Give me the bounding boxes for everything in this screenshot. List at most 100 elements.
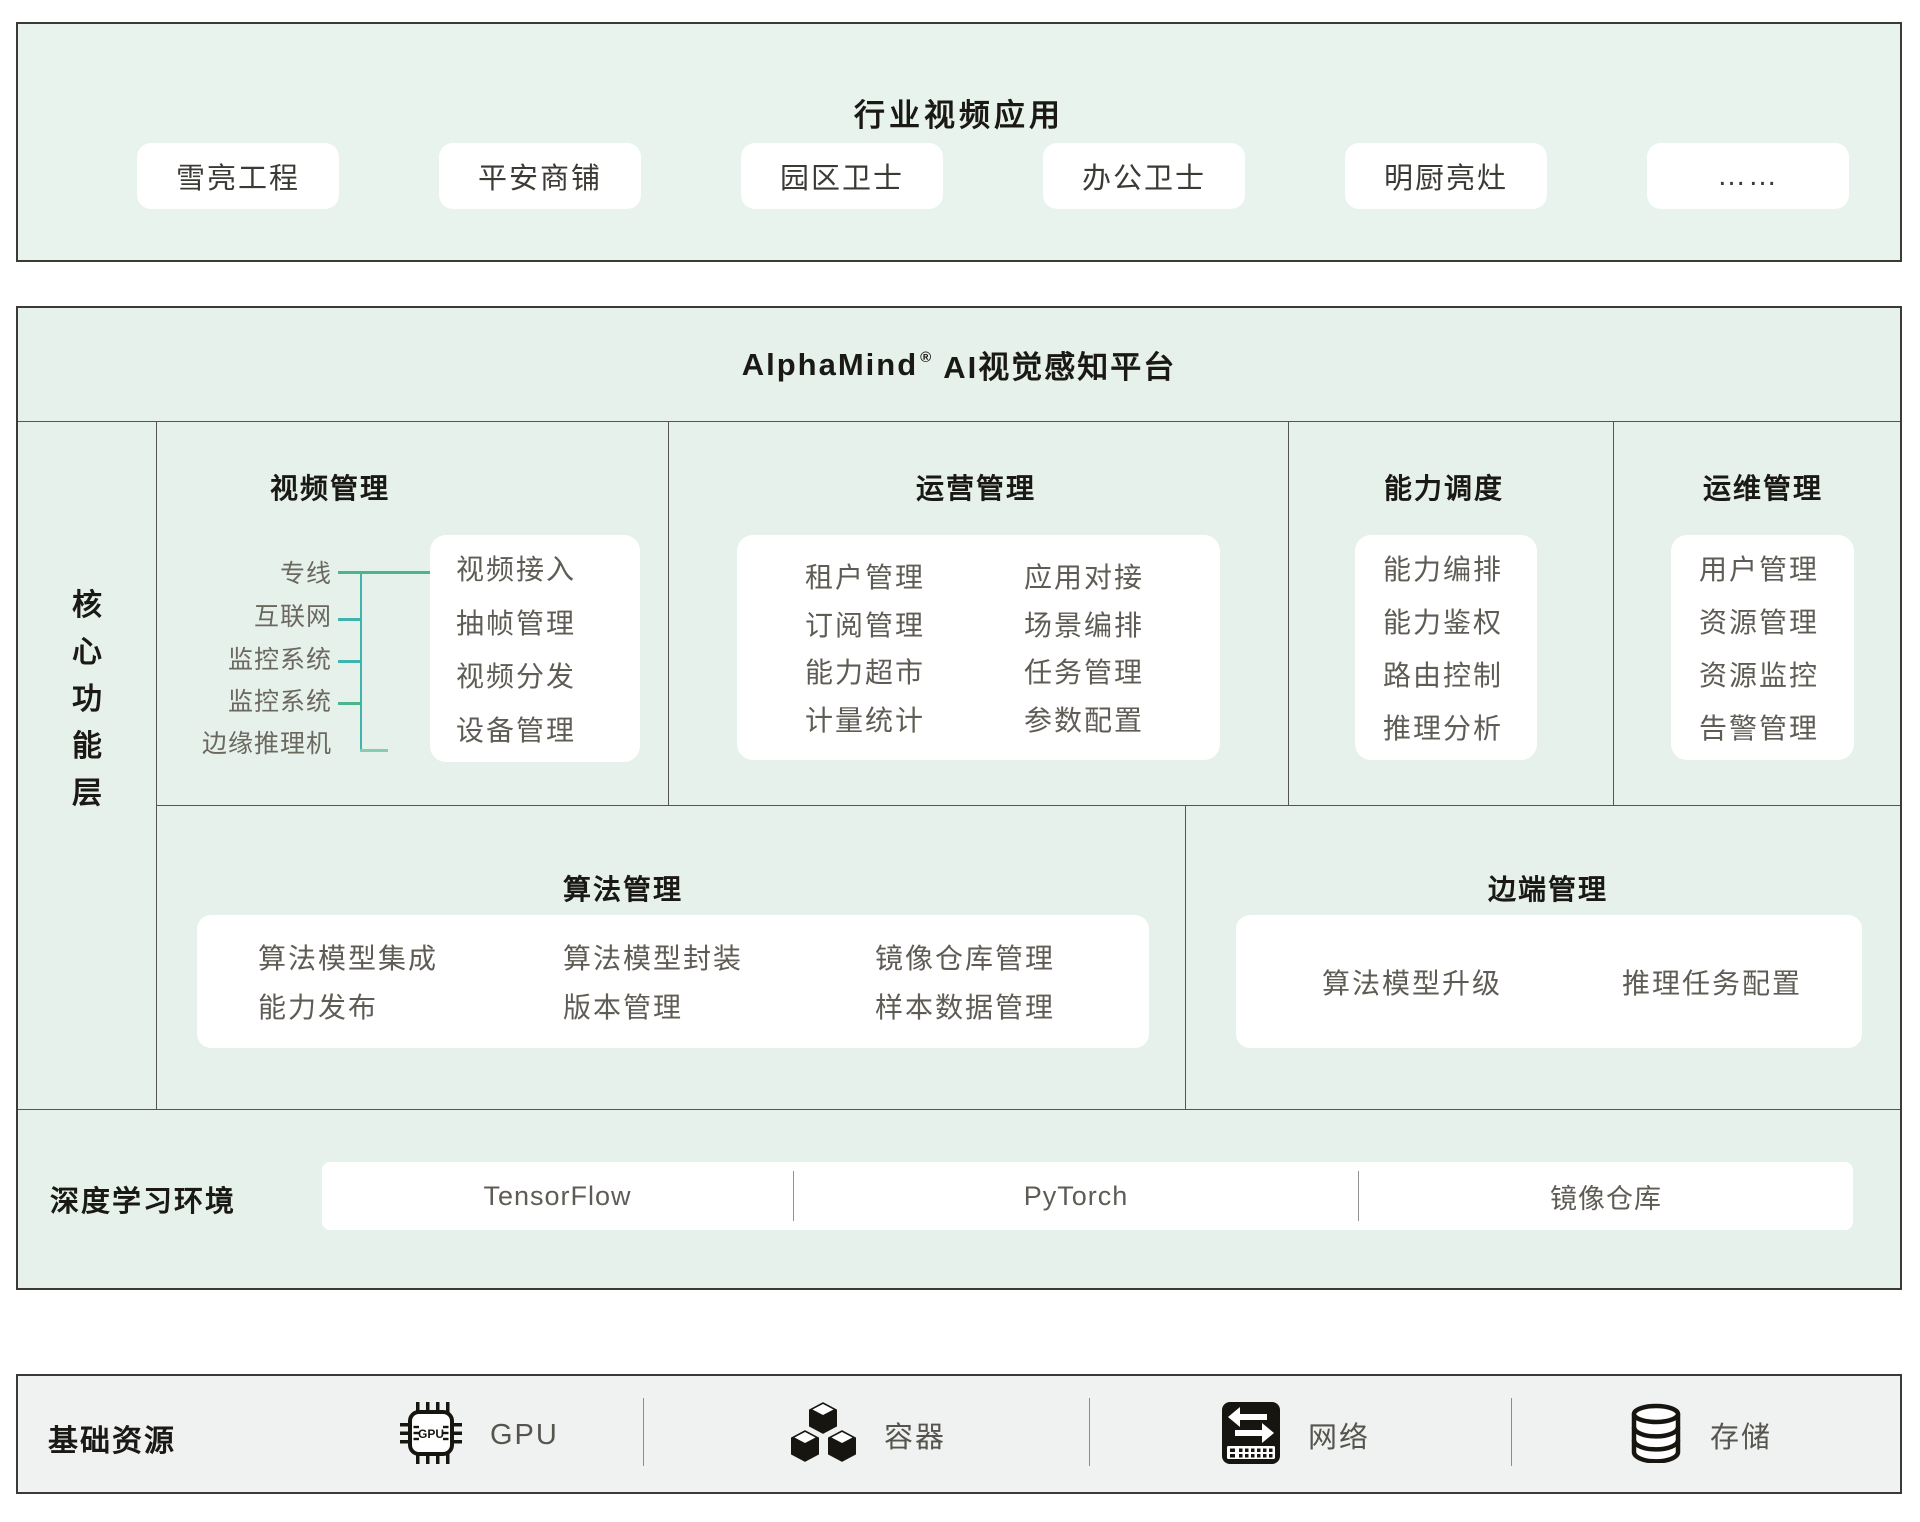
- connector-line-jiankong-2: [338, 702, 362, 705]
- container-cubes-icon: [790, 1401, 858, 1470]
- om-mgmt-item: 告警管理: [1699, 707, 1819, 747]
- core-layer-char: 能: [72, 723, 102, 770]
- core-layer-char: 功: [72, 676, 102, 723]
- resource-gpu-label: GPU: [490, 1419, 559, 1452]
- algo-mgmt-item: 能力发布: [258, 986, 563, 1026]
- dl-env-label: 深度学习环境: [50, 1178, 236, 1220]
- om-mgmt-title: 运维管理: [1703, 467, 1823, 507]
- capability-item: 路由控制: [1383, 654, 1503, 694]
- gpu-chip-icon: GPU: [398, 1400, 464, 1471]
- algo-mgmt-title: 算法管理: [563, 868, 683, 908]
- industry-apps-title: 行业视频应用: [18, 90, 1900, 135]
- edge-mgmt-item: 算法模型升级: [1322, 962, 1502, 1002]
- capability-item: 能力鉴权: [1383, 601, 1503, 641]
- video-mgmt-item: 视频接入: [456, 548, 576, 588]
- algo-mgmt-item: 算法模型集成: [258, 937, 563, 977]
- platform-brand: AlphaMind: [742, 347, 918, 383]
- capability-item: 推理分析: [1383, 707, 1503, 747]
- edge-mgmt-card: 算法模型升级 推理任务配置: [1236, 915, 1862, 1048]
- core-function-grid: 核 心 功 能 层 视频管理 专线 互联网 监控系统: [18, 422, 1900, 1110]
- core-main-area: 视频管理 专线 互联网 监控系统 监控系统 边缘推理机 视频接入 抽帧: [157, 422, 1900, 1109]
- algo-mgmt-item: 算法模型封装: [563, 937, 875, 977]
- dl-env-pytorch: PyTorch: [794, 1162, 1358, 1230]
- core-layer-char: 核: [72, 582, 102, 629]
- app-chip-xueliang: 雪亮工程: [137, 143, 339, 209]
- resource-divider: [643, 1398, 644, 1466]
- base-resources-label: 基础资源: [48, 1416, 176, 1460]
- platform-section: AlphaMind® AI视觉感知平台 核 心 功 能 层: [16, 306, 1902, 1290]
- om-mgmt-item: 用户管理: [1699, 548, 1819, 588]
- video-source-label: 监控系统: [228, 644, 332, 676]
- om-mgmt-card: 用户管理 资源管理 资源监控 告警管理: [1671, 535, 1854, 760]
- platform-title-rest: AI视觉感知平台: [943, 342, 1176, 387]
- algo-mgmt-item: 镜像仓库管理: [875, 937, 1149, 977]
- app-chip-bangong: 办公卫士: [1043, 143, 1245, 209]
- resource-storage-label: 存储: [1710, 1414, 1772, 1456]
- video-mgmt-item: 设备管理: [456, 709, 576, 749]
- network-switch-icon: [1220, 1400, 1282, 1471]
- edge-mgmt-item: 推理任务配置: [1622, 962, 1802, 1002]
- platform-title: AlphaMind® AI视觉感知平台: [18, 308, 1900, 422]
- resource-divider: [1511, 1398, 1512, 1466]
- video-source-label: 边缘推理机: [202, 728, 332, 760]
- column-divider: [1288, 422, 1289, 805]
- dl-env-registry: 镜像仓库: [1359, 1162, 1853, 1230]
- resource-network: 网络: [1220, 1401, 1370, 1469]
- video-mgmt-item: 抽帧管理: [456, 602, 576, 642]
- column-divider: [1185, 806, 1186, 1109]
- ops-mgmt-item: 应用对接: [1024, 556, 1220, 596]
- connector-line-bianyuan: [360, 749, 388, 752]
- connector-line-zhuanxian: [338, 571, 430, 574]
- edge-mgmt-title: 边端管理: [1488, 868, 1608, 908]
- ops-mgmt-item: 能力超市: [805, 651, 1024, 691]
- core-row-2: 算法管理 算法模型集成 算法模型封装 镜像仓库管理 能力发布 版本管理 样本数据…: [157, 806, 1900, 1109]
- app-chip-yuanqu: 园区卫士: [741, 143, 943, 209]
- video-mgmt-card: 视频接入 抽帧管理 视频分发 设备管理: [430, 535, 640, 762]
- dl-env-bar: TensorFlow PyTorch 镜像仓库: [322, 1162, 1853, 1230]
- app-chip-mingchu: 明厨亮灶: [1345, 143, 1547, 209]
- algo-mgmt-item: 样本数据管理: [875, 986, 1149, 1026]
- app-chip-ellipsis: ……: [1647, 143, 1849, 209]
- resource-divider: [1089, 1398, 1090, 1466]
- core-layer-char: 心: [72, 629, 102, 676]
- ops-mgmt-item: 任务管理: [1024, 651, 1220, 691]
- ops-mgmt-item: 订阅管理: [805, 604, 1024, 644]
- ops-mgmt-card: 租户管理 应用对接 订阅管理 场景编排 能力超市 任务管理 计量统计 参数配置: [737, 535, 1220, 760]
- dl-env-row: 深度学习环境 TensorFlow PyTorch 镜像仓库: [18, 1110, 1900, 1290]
- architecture-diagram: 行业视频应用 雪亮工程 平安商铺 园区卫士 办公卫士 明厨亮灶 …… Alpha…: [0, 0, 1920, 1522]
- ops-mgmt-item: 计量统计: [805, 699, 1024, 739]
- base-resources-section: 基础资源: [16, 1374, 1902, 1494]
- resource-container: 容器: [790, 1401, 946, 1469]
- connector-line-hulianwang: [338, 618, 362, 621]
- resource-storage: 存储: [1628, 1401, 1772, 1469]
- column-divider: [1613, 422, 1614, 805]
- ops-mgmt-item: 参数配置: [1024, 699, 1220, 739]
- column-divider: [668, 422, 669, 805]
- industry-apps-section: 行业视频应用 雪亮工程 平安商铺 园区卫士 办公卫士 明厨亮灶 ……: [16, 22, 1902, 262]
- video-source-label: 互联网: [254, 601, 332, 633]
- storage-database-icon: [1628, 1403, 1684, 1468]
- algo-mgmt-item: 版本管理: [563, 986, 875, 1026]
- video-mgmt-title: 视频管理: [270, 467, 390, 507]
- core-row-1: 视频管理 专线 互联网 监控系统 监控系统 边缘推理机 视频接入 抽帧: [157, 422, 1900, 806]
- dl-env-tensorflow: TensorFlow: [322, 1162, 793, 1230]
- ops-mgmt-title: 运营管理: [916, 467, 1036, 507]
- capability-item: 能力编排: [1383, 548, 1503, 588]
- om-mgmt-item: 资源管理: [1699, 601, 1819, 641]
- ops-mgmt-item: 场景编排: [1024, 604, 1220, 644]
- core-layer-sidebar: 核 心 功 能 层: [18, 422, 157, 1109]
- resource-container-label: 容器: [884, 1414, 946, 1456]
- core-layer-label: 核 心 功 能 层: [72, 582, 102, 817]
- svg-text:GPU: GPU: [418, 1427, 444, 1441]
- video-source-label: 专线: [280, 558, 332, 590]
- connector-line-jiankong-1: [338, 660, 362, 663]
- ops-mgmt-item: 租户管理: [805, 556, 1024, 596]
- core-layer-char: 层: [72, 770, 102, 817]
- registered-mark: ®: [920, 349, 933, 366]
- algo-mgmt-card: 算法模型集成 算法模型封装 镜像仓库管理 能力发布 版本管理 样本数据管理: [197, 915, 1149, 1048]
- om-mgmt-item: 资源监控: [1699, 654, 1819, 694]
- video-mgmt-item: 视频分发: [456, 655, 576, 695]
- resource-gpu: GPU GPU: [398, 1401, 559, 1469]
- video-source-label: 监控系统: [228, 686, 332, 718]
- capability-card: 能力编排 能力鉴权 路由控制 推理分析: [1355, 535, 1537, 760]
